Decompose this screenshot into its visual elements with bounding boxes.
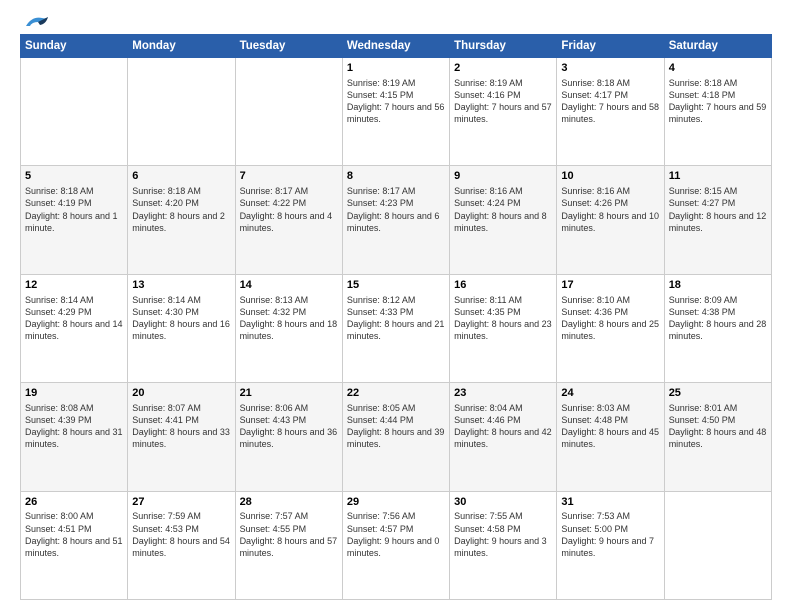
day-number: 6 [132, 169, 230, 184]
calendar-cell: 17Sunrise: 8:10 AMSunset: 4:36 PMDayligh… [557, 274, 664, 382]
day-number: 8 [347, 169, 445, 184]
day-number: 1 [347, 61, 445, 76]
day-number: 15 [347, 278, 445, 293]
calendar-cell [235, 58, 342, 166]
week-row-4: 19Sunrise: 8:08 AMSunset: 4:39 PMDayligh… [21, 383, 772, 491]
week-row-2: 5Sunrise: 8:18 AMSunset: 4:19 PMDaylight… [21, 166, 772, 274]
logo [20, 16, 50, 26]
calendar-cell: 20Sunrise: 8:07 AMSunset: 4:41 PMDayligh… [128, 383, 235, 491]
calendar-table: SundayMondayTuesdayWednesdayThursdayFrid… [20, 34, 772, 600]
day-number: 23 [454, 386, 552, 401]
weekday-header-row: SundayMondayTuesdayWednesdayThursdayFrid… [21, 35, 772, 58]
weekday-header-sunday: Sunday [21, 35, 128, 58]
logo-bird-icon [22, 12, 50, 32]
calendar-cell: 15Sunrise: 8:12 AMSunset: 4:33 PMDayligh… [342, 274, 449, 382]
weekday-header-friday: Friday [557, 35, 664, 58]
calendar-cell: 13Sunrise: 8:14 AMSunset: 4:30 PMDayligh… [128, 274, 235, 382]
calendar-cell: 14Sunrise: 8:13 AMSunset: 4:32 PMDayligh… [235, 274, 342, 382]
calendar-cell [21, 58, 128, 166]
calendar-cell: 1Sunrise: 8:19 AMSunset: 4:15 PMDaylight… [342, 58, 449, 166]
weekday-header-saturday: Saturday [664, 35, 771, 58]
weekday-header-thursday: Thursday [450, 35, 557, 58]
calendar-cell: 26Sunrise: 8:00 AMSunset: 4:51 PMDayligh… [21, 491, 128, 599]
day-number: 14 [240, 278, 338, 293]
week-row-5: 26Sunrise: 8:00 AMSunset: 4:51 PMDayligh… [21, 491, 772, 599]
day-number: 22 [347, 386, 445, 401]
day-number: 7 [240, 169, 338, 184]
day-number: 12 [25, 278, 123, 293]
day-number: 27 [132, 495, 230, 510]
day-number: 17 [561, 278, 659, 293]
calendar-cell: 29Sunrise: 7:56 AMSunset: 4:57 PMDayligh… [342, 491, 449, 599]
calendar-cell: 16Sunrise: 8:11 AMSunset: 4:35 PMDayligh… [450, 274, 557, 382]
day-number: 13 [132, 278, 230, 293]
calendar-cell: 19Sunrise: 8:08 AMSunset: 4:39 PMDayligh… [21, 383, 128, 491]
week-row-3: 12Sunrise: 8:14 AMSunset: 4:29 PMDayligh… [21, 274, 772, 382]
day-number: 18 [669, 278, 767, 293]
calendar-cell: 28Sunrise: 7:57 AMSunset: 4:55 PMDayligh… [235, 491, 342, 599]
day-number: 25 [669, 386, 767, 401]
day-number: 30 [454, 495, 552, 510]
calendar-cell: 12Sunrise: 8:14 AMSunset: 4:29 PMDayligh… [21, 274, 128, 382]
calendar-cell: 31Sunrise: 7:53 AMSunset: 5:00 PMDayligh… [557, 491, 664, 599]
calendar-cell: 25Sunrise: 8:01 AMSunset: 4:50 PMDayligh… [664, 383, 771, 491]
day-number: 4 [669, 61, 767, 76]
calendar-cell: 8Sunrise: 8:17 AMSunset: 4:23 PMDaylight… [342, 166, 449, 274]
calendar-cell: 5Sunrise: 8:18 AMSunset: 4:19 PMDaylight… [21, 166, 128, 274]
day-number: 10 [561, 169, 659, 184]
calendar-cell: 30Sunrise: 7:55 AMSunset: 4:58 PMDayligh… [450, 491, 557, 599]
calendar-cell [664, 491, 771, 599]
calendar-cell: 4Sunrise: 8:18 AMSunset: 4:18 PMDaylight… [664, 58, 771, 166]
calendar-cell: 7Sunrise: 8:17 AMSunset: 4:22 PMDaylight… [235, 166, 342, 274]
day-number: 28 [240, 495, 338, 510]
calendar-cell: 10Sunrise: 8:16 AMSunset: 4:26 PMDayligh… [557, 166, 664, 274]
page: SundayMondayTuesdayWednesdayThursdayFrid… [0, 0, 792, 612]
header [20, 16, 772, 26]
weekday-header-wednesday: Wednesday [342, 35, 449, 58]
calendar-cell: 9Sunrise: 8:16 AMSunset: 4:24 PMDaylight… [450, 166, 557, 274]
calendar-cell: 3Sunrise: 8:18 AMSunset: 4:17 PMDaylight… [557, 58, 664, 166]
calendar-cell: 18Sunrise: 8:09 AMSunset: 4:38 PMDayligh… [664, 274, 771, 382]
day-number: 3 [561, 61, 659, 76]
calendar-cell: 22Sunrise: 8:05 AMSunset: 4:44 PMDayligh… [342, 383, 449, 491]
calendar-cell [128, 58, 235, 166]
calendar-cell: 27Sunrise: 7:59 AMSunset: 4:53 PMDayligh… [128, 491, 235, 599]
day-number: 26 [25, 495, 123, 510]
day-number: 5 [25, 169, 123, 184]
day-number: 21 [240, 386, 338, 401]
calendar-cell: 2Sunrise: 8:19 AMSunset: 4:16 PMDaylight… [450, 58, 557, 166]
day-number: 16 [454, 278, 552, 293]
weekday-header-tuesday: Tuesday [235, 35, 342, 58]
day-number: 31 [561, 495, 659, 510]
week-row-1: 1Sunrise: 8:19 AMSunset: 4:15 PMDaylight… [21, 58, 772, 166]
day-number: 29 [347, 495, 445, 510]
day-number: 20 [132, 386, 230, 401]
calendar-cell: 21Sunrise: 8:06 AMSunset: 4:43 PMDayligh… [235, 383, 342, 491]
day-number: 9 [454, 169, 552, 184]
calendar-cell: 6Sunrise: 8:18 AMSunset: 4:20 PMDaylight… [128, 166, 235, 274]
calendar-cell: 23Sunrise: 8:04 AMSunset: 4:46 PMDayligh… [450, 383, 557, 491]
day-number: 19 [25, 386, 123, 401]
day-number: 24 [561, 386, 659, 401]
calendar-cell: 11Sunrise: 8:15 AMSunset: 4:27 PMDayligh… [664, 166, 771, 274]
day-number: 11 [669, 169, 767, 184]
calendar-cell: 24Sunrise: 8:03 AMSunset: 4:48 PMDayligh… [557, 383, 664, 491]
day-number: 2 [454, 61, 552, 76]
weekday-header-monday: Monday [128, 35, 235, 58]
